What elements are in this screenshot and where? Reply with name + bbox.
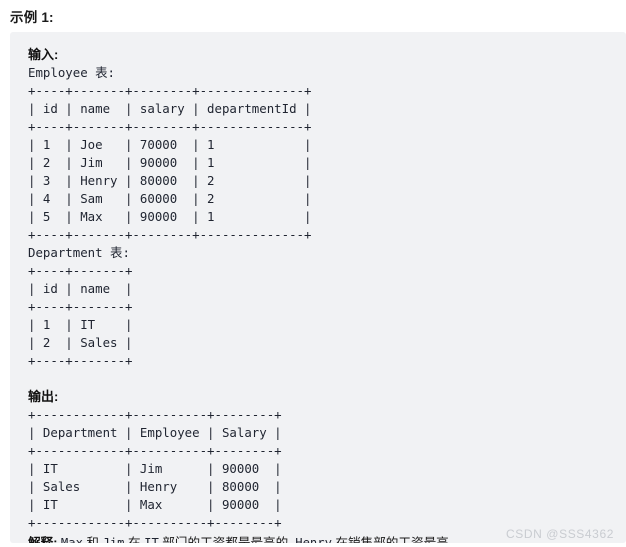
- employee-table-caption: Employee 表:: [28, 65, 115, 80]
- output-label: 输出:: [28, 389, 59, 404]
- department-ascii-table: +----+-------+ | id | name | +----+-----…: [28, 263, 133, 368]
- input-label: 输入:: [28, 47, 59, 62]
- explanation-dept-it: IT: [144, 536, 159, 543]
- department-table-caption: Department 表:: [28, 245, 130, 260]
- explanation-name-max: Max: [60, 536, 83, 543]
- explanation-text-sales: 在销售部的工资最高。: [331, 536, 462, 543]
- explanation-text-highest: 部门的工资都是最高的,: [158, 536, 296, 543]
- example-heading: 示例 1:: [10, 10, 54, 25]
- explanation-name-jim: Jim: [102, 536, 125, 543]
- explanation-label: 解释:: [28, 536, 58, 543]
- output-ascii-table: +------------+----------+--------+ | Dep…: [28, 407, 282, 530]
- employee-ascii-table: +----+-------+--------+--------------+ |…: [28, 83, 312, 242]
- explanation-text-and: 和: [82, 536, 103, 543]
- document-page: 示例 1: 输入: Employee 表: +----+-------+----…: [0, 0, 626, 547]
- explanation-name-henry: Henry: [295, 536, 332, 543]
- explanation-text-in: 在: [124, 536, 145, 543]
- example-code-panel: 输入: Employee 表: +----+-------+--------+-…: [10, 32, 626, 543]
- csdn-watermark: CSDN @SSS4362: [505, 527, 614, 541]
